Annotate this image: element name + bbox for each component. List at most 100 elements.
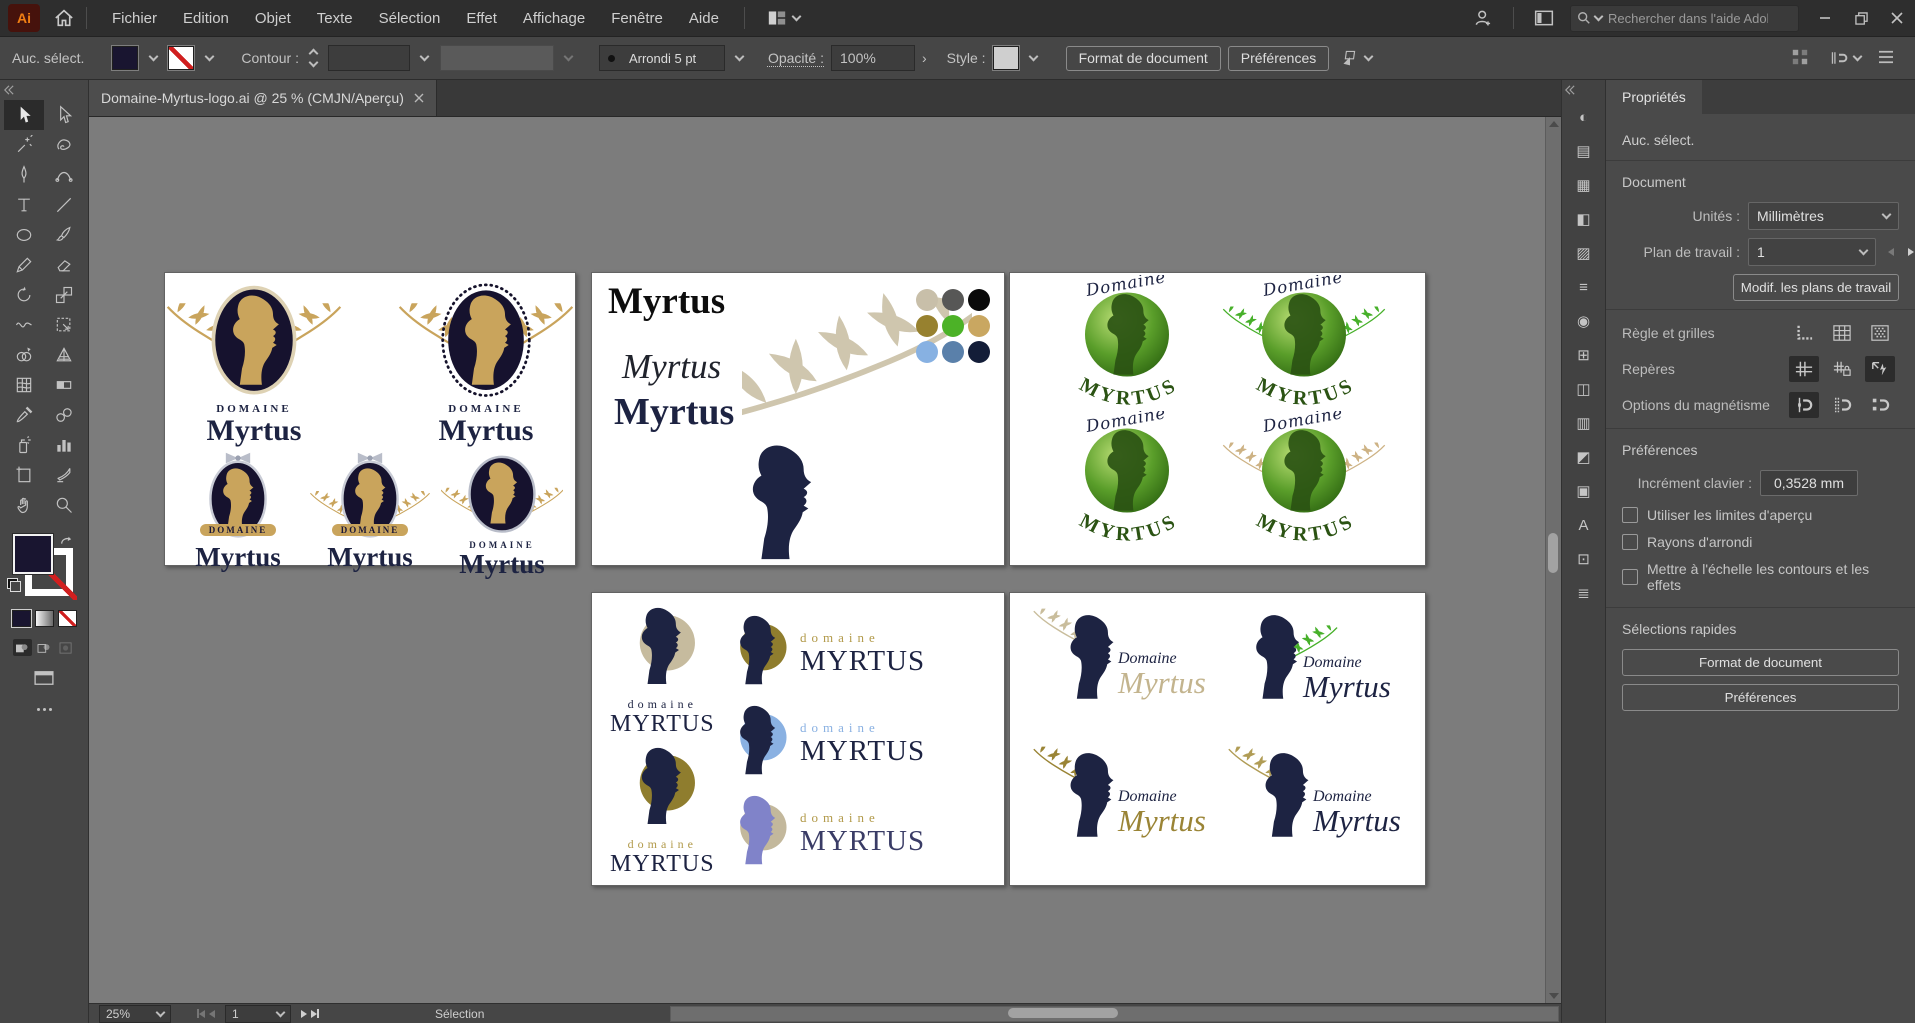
panel-toggle-icon[interactable]	[1526, 0, 1562, 36]
artboard-1[interactable]: DOMAINE Myrtus DOMAINE	[164, 272, 576, 566]
first-artboard-button[interactable]	[197, 1007, 205, 1021]
lasso-tool[interactable]	[44, 130, 84, 160]
selection-tool[interactable]	[4, 100, 44, 130]
next-artboard-button[interactable]	[301, 1010, 307, 1018]
magic-wand-tool[interactable]	[4, 130, 44, 160]
pasteboard[interactable]: DOMAINE Myrtus DOMAINE	[89, 117, 1561, 1003]
menu-selection[interactable]: Sélection	[366, 10, 454, 27]
logo-green-plain-2[interactable]: Domaine MYRTUS	[1038, 411, 1216, 551]
none-button[interactable]	[58, 610, 77, 627]
logo-side-olive[interactable]: domaine MYRTUS	[720, 611, 925, 695]
workspace-switcher-icon[interactable]	[767, 9, 800, 27]
default-fill-stroke-icon[interactable]	[7, 578, 21, 592]
scroll-up-icon[interactable]	[1549, 121, 1559, 127]
artboard-select[interactable]: 1	[1748, 238, 1876, 266]
screen-mode-icon[interactable]	[33, 670, 55, 690]
touch-workspace-icon[interactable]	[1791, 48, 1809, 69]
vertical-scrollbar[interactable]	[1545, 117, 1561, 1003]
minimize-button[interactable]	[1807, 0, 1843, 36]
options-menu-icon[interactable]	[1877, 50, 1895, 67]
stroke-color-swatch[interactable]	[168, 46, 194, 70]
preview-bounds-checkbox[interactable]	[1622, 507, 1638, 523]
previous-artboard-button[interactable]	[209, 1010, 215, 1018]
logo-cameo-bow-laurel[interactable]: DOMAINE Myrtus	[309, 452, 431, 578]
logo-stacked-olive[interactable]: domaine MYRTUS	[610, 743, 715, 877]
paintbrush-tool[interactable]	[44, 220, 84, 250]
pencil-tool[interactable]	[4, 250, 44, 280]
draw-behind-icon[interactable]	[35, 639, 54, 656]
libraries-panel-icon[interactable]: ▣	[1569, 477, 1599, 505]
pen-tool[interactable]	[4, 160, 44, 190]
grid-icon[interactable]	[1827, 320, 1857, 346]
home-icon[interactable]	[54, 9, 74, 27]
menu-effet[interactable]: Effet	[453, 10, 510, 27]
curvature-tool[interactable]	[44, 160, 84, 190]
artboard-5[interactable]: Domaine Myrtus Domaine Myrtus	[1009, 592, 1426, 886]
swatches-panel-icon[interactable]: ▤	[1569, 137, 1599, 165]
stroke-weight-chevron-icon[interactable]	[417, 47, 433, 69]
logo-side-blue[interactable]: domaine MYRTUS	[720, 701, 925, 785]
logo-italic-green[interactable]: Domaine Myrtus	[1225, 603, 1425, 738]
shape-builder-tool[interactable]	[4, 340, 44, 370]
gradient-tool[interactable]	[44, 370, 84, 400]
logo-green-plain[interactable]: Domaine MYRTUS	[1038, 275, 1216, 415]
width-tool[interactable]	[4, 310, 44, 340]
menu-affichage[interactable]: Affichage	[510, 10, 598, 27]
quick-document-setup-button[interactable]: Format de document	[1622, 649, 1899, 676]
graph-tool[interactable]	[44, 430, 84, 460]
logo-stacked-beige[interactable]: domaine MYRTUS	[610, 603, 715, 737]
logo-italic-olive[interactable]: Domaine Myrtus	[1030, 741, 1230, 876]
tab-close-icon[interactable]	[414, 90, 424, 106]
app-icon[interactable]: Ai	[8, 4, 40, 32]
logo-cameo-round[interactable]: DOMAINE Myrtus	[441, 452, 563, 578]
scroll-down-icon[interactable]	[1549, 993, 1559, 999]
hand-tool[interactable]	[4, 490, 44, 520]
ellipse-tool[interactable]	[4, 220, 44, 250]
menu-texte[interactable]: Texte	[304, 10, 366, 27]
appearance-panel-icon[interactable]: ⊞	[1569, 341, 1599, 369]
snap-to-pixel-icon[interactable]	[1865, 392, 1895, 418]
line-segment-tool[interactable]	[44, 190, 84, 220]
stroke-weight-stepper[interactable]	[306, 46, 321, 70]
help-search-input[interactable]	[1606, 10, 1770, 27]
artboard-number-select[interactable]: 1	[225, 1005, 291, 1023]
units-select[interactable]: Millimètres	[1748, 202, 1899, 230]
search-scope-chevron-icon[interactable]	[1594, 12, 1604, 22]
free-transform-tool[interactable]	[44, 310, 84, 340]
menu-edition[interactable]: Edition	[170, 10, 242, 27]
symbol-sprayer-tool[interactable]	[4, 430, 44, 460]
layers-panel-icon[interactable]: ▥	[1569, 409, 1599, 437]
slice-tool[interactable]	[44, 460, 84, 490]
artboard-3[interactable]: Domaine MYRTUS Domaine	[1009, 272, 1426, 566]
perspective-grid-tool[interactable]	[44, 340, 84, 370]
align-panel-icon[interactable]: ⊡	[1569, 545, 1599, 573]
logo-italic-navy[interactable]: Domaine Myrtus	[1225, 741, 1425, 876]
menu-fenetre[interactable]: Fenêtre	[598, 10, 676, 27]
type-sample-bold[interactable]: Myrtus	[608, 283, 725, 320]
opacity-panel-arrow-icon[interactable]: ›	[922, 50, 927, 66]
mesh-tool[interactable]	[4, 370, 44, 400]
logo-side-purple[interactable]: domaine MYRTUS	[720, 791, 925, 875]
blend-tool[interactable]	[44, 400, 84, 430]
artboards-panel-icon[interactable]: ◫	[1569, 375, 1599, 403]
edit-toolbar-icon[interactable]	[37, 708, 52, 711]
eyedropper-tool[interactable]	[4, 400, 44, 430]
corner-radius-checkbox[interactable]	[1622, 534, 1638, 550]
show-guides-icon[interactable]	[1789, 356, 1819, 382]
menu-objet[interactable]: Objet	[242, 10, 304, 27]
stroke-weight-value[interactable]	[328, 45, 410, 71]
asset-export-panel-icon[interactable]: ◩	[1569, 443, 1599, 471]
type-sample-italic[interactable]: Myrtus	[622, 349, 721, 384]
fill-color-chevron-icon[interactable]	[145, 47, 161, 69]
transparency-panel-icon[interactable]: ▨	[1569, 239, 1599, 267]
snap-options-icon[interactable]	[1829, 49, 1861, 67]
menu-fichier[interactable]: Fichier	[99, 10, 170, 27]
type-sample-navy[interactable]: Myrtus	[614, 393, 734, 431]
document-setup-button[interactable]: Format de document	[1066, 46, 1221, 71]
zoom-level-select[interactable]: 25%	[99, 1005, 171, 1023]
tab-proprietes[interactable]: Propriétés	[1606, 80, 1702, 114]
stroke-color-chevron-icon[interactable]	[201, 47, 217, 69]
stroke-panel-icon[interactable]: ≡	[1569, 273, 1599, 301]
vertical-scroll-thumb[interactable]	[1548, 533, 1558, 573]
lock-guides-icon[interactable]	[1827, 356, 1857, 382]
